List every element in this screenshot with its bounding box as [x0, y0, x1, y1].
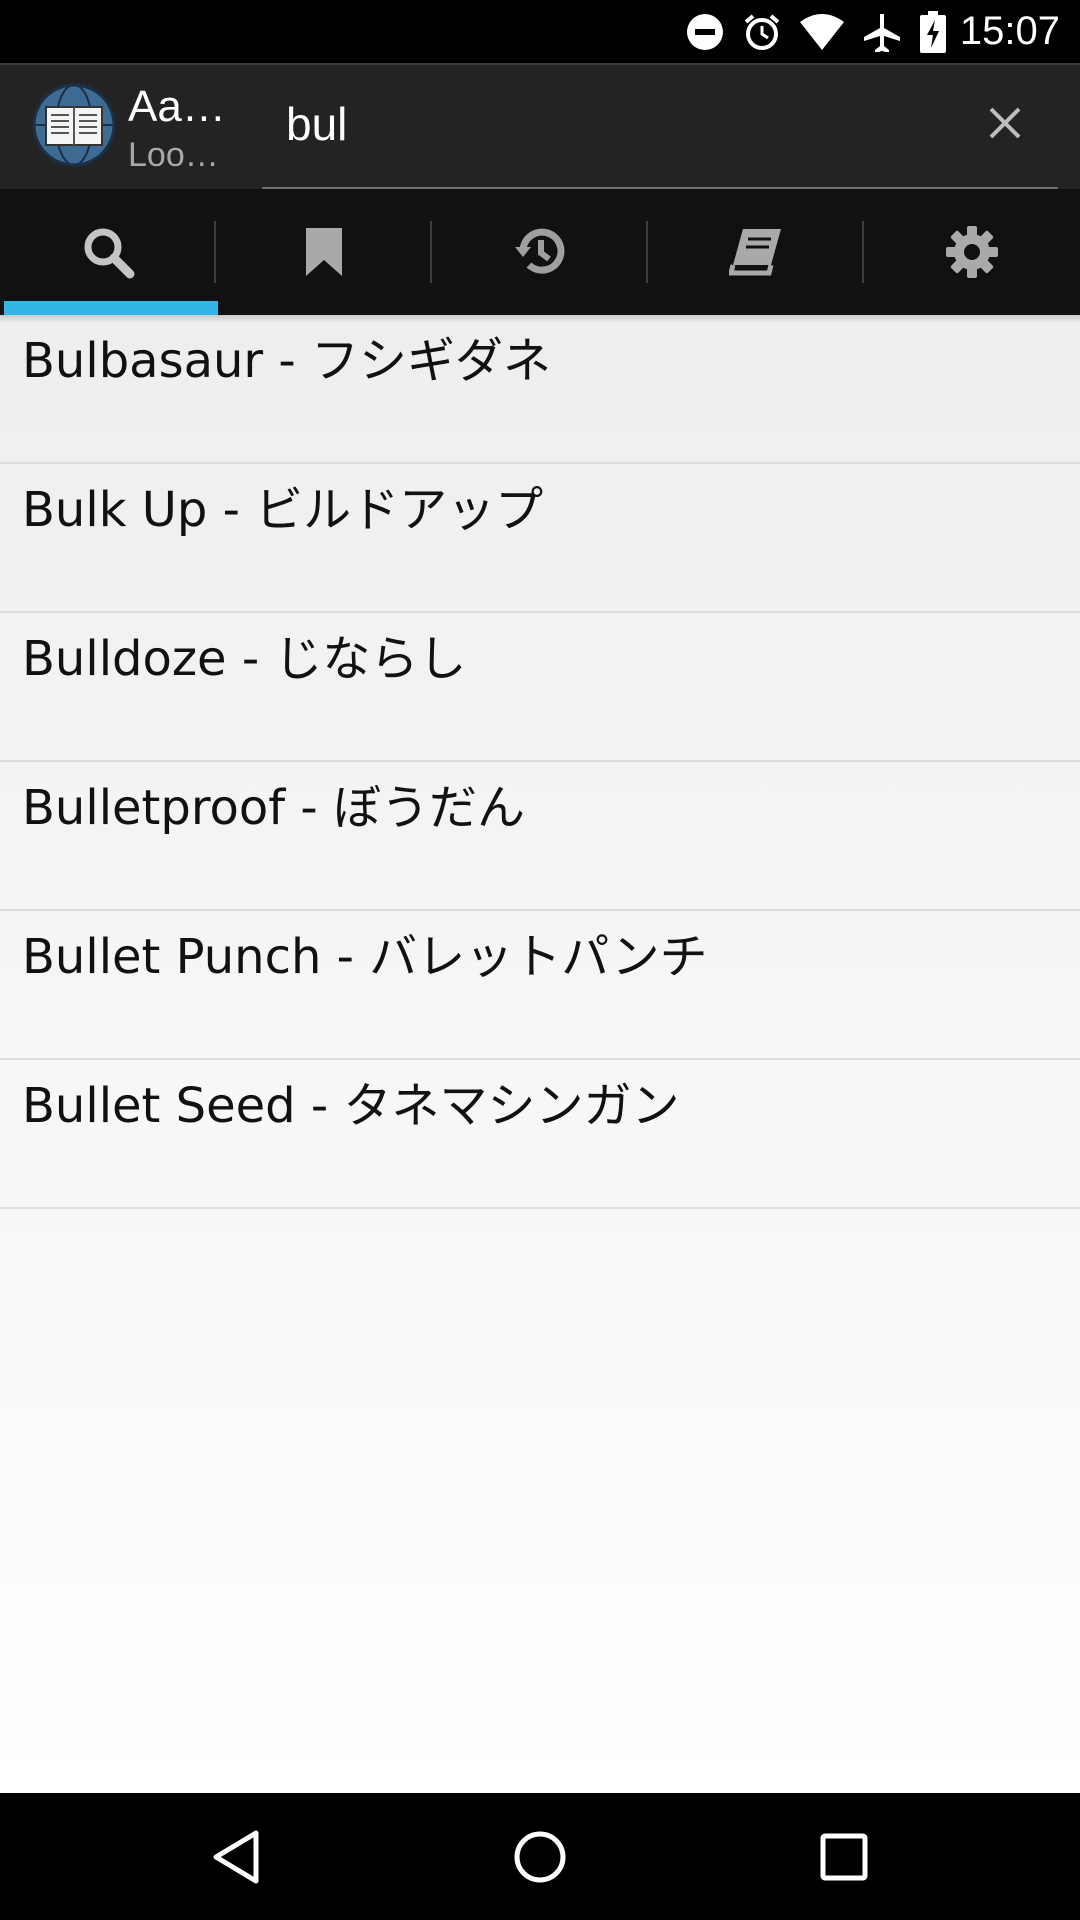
home-icon — [514, 1831, 566, 1883]
airplane-mode-icon — [862, 12, 902, 52]
do-not-disturb-icon — [686, 13, 724, 51]
navigation-bar — [0, 1793, 1080, 1920]
app-title: Aa… — [128, 82, 226, 131]
list-item[interactable]: Bullet Seed - タネマシンガン — [0, 1060, 1080, 1209]
close-icon — [989, 107, 1021, 139]
list-item[interactable]: Bulletproof - ぼうだん — [0, 762, 1080, 911]
list-item[interactable]: Bulbasaur - フシギダネ — [0, 315, 1080, 464]
action-bar: Aa… Loo… — [0, 63, 1080, 189]
clear-search-button[interactable] — [975, 93, 1035, 153]
selected-tab-indicator — [4, 301, 218, 315]
list-item-label: Bulldoze - じならし — [22, 631, 467, 687]
results-list: Bulbasaur - フシギダネ Bulk Up - ビルドアップ Bulld… — [0, 315, 1080, 1793]
list-item-label: Bullet Seed - タネマシンガン — [22, 1078, 680, 1134]
app-logo-icon[interactable] — [32, 83, 116, 167]
list-item-label: Bullet Punch - バレットパンチ — [22, 929, 708, 985]
search-input[interactable] — [262, 89, 962, 159]
list-item[interactable]: Bullet Punch - バレットパンチ — [0, 911, 1080, 1060]
status-bar: 15:07 — [0, 0, 1080, 63]
wifi-icon — [799, 13, 844, 50]
tab-settings[interactable] — [864, 189, 1080, 315]
tab-search[interactable] — [0, 189, 218, 315]
list-item-label: Bulletproof - ぼうだん — [22, 780, 525, 836]
back-button[interactable] — [196, 1819, 276, 1895]
dictionaries-icon — [729, 229, 781, 276]
recents-button[interactable] — [804, 1819, 884, 1895]
home-button[interactable] — [500, 1819, 580, 1895]
back-icon — [213, 1830, 259, 1884]
list-item-label: Bulbasaur - フシギダネ — [22, 333, 551, 389]
search-icon — [84, 228, 135, 279]
tab-dictionaries[interactable] — [648, 189, 864, 315]
settings-gear-icon — [946, 226, 998, 278]
list-item-label: Bulk Up - ビルドアップ — [22, 482, 544, 538]
list-item[interactable]: Bulk Up - ビルドアップ — [0, 464, 1080, 613]
bookmark-icon — [306, 228, 342, 276]
recents-icon — [820, 1833, 868, 1881]
tab-bar — [0, 189, 1080, 315]
list-item[interactable]: Bulldoze - じならし — [0, 613, 1080, 762]
status-time: 15:07 — [959, 9, 1060, 53]
status-icons: 15:07 — [668, 0, 1060, 63]
alarm-icon — [742, 12, 782, 52]
history-icon — [515, 228, 565, 274]
tab-bookmarks[interactable] — [216, 189, 432, 315]
app-subtitle: Loo… — [128, 136, 219, 174]
tab-history[interactable] — [432, 189, 648, 315]
battery-charging-icon — [919, 10, 946, 53]
